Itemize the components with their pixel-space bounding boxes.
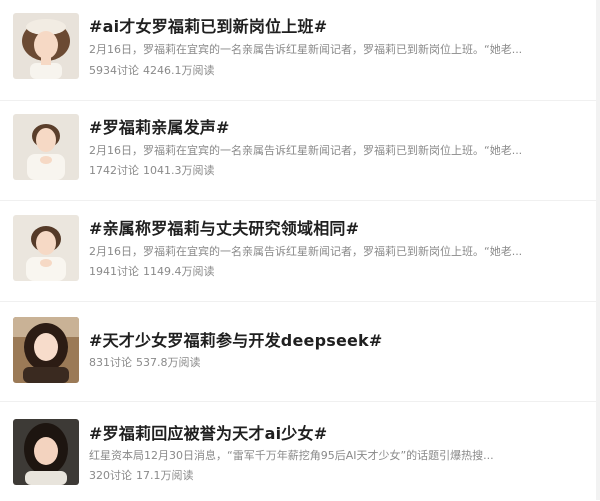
topic-title[interactable]: #天才少女罗福莉参与开发deepseek#: [89, 327, 383, 351]
topic-stats: 1941讨论 1149.4万阅读: [89, 263, 215, 279]
topic-title[interactable]: #亲属称罗福莉与丈夫研究领域相同#: [89, 215, 359, 239]
topic-thumbnail[interactable]: [13, 215, 79, 281]
discussion-count: 1941讨论: [89, 265, 139, 278]
topic-stats: 5934讨论 4246.1万阅读: [89, 62, 215, 78]
topic-thumbnail[interactable]: [13, 317, 79, 383]
read-count: 1149.4万阅读: [143, 265, 215, 278]
read-count: 17.1万阅读: [136, 469, 194, 482]
topic-title[interactable]: #罗福莉回应被誉为天才ai少女#: [89, 420, 327, 444]
topic-stats: 320讨论 17.1万阅读: [89, 467, 194, 483]
topic-item[interactable]: #亲属称罗福莉与丈夫研究领域相同# 2月16日，罗福莉在宜宾的一名亲属告诉红星新…: [0, 201, 596, 302]
topic-item[interactable]: #天才少女罗福莉参与开发deepseek# 831讨论 537.8万阅读: [0, 301, 596, 402]
topic-list: #ai才女罗福莉已到新岗位上班# 2月16日，罗福莉在宜宾的一名亲属告诉红星新闻…: [0, 0, 600, 500]
topic-item[interactable]: #ai才女罗福莉已到新岗位上班# 2月16日，罗福莉在宜宾的一名亲属告诉红星新闻…: [0, 0, 596, 101]
scrollbar[interactable]: [596, 0, 600, 500]
read-count: 537.8万阅读: [136, 356, 201, 369]
topic-thumbnail[interactable]: [13, 114, 79, 180]
read-count: 1041.3万阅读: [143, 164, 215, 177]
topic-item[interactable]: #罗福莉回应被誉为天才ai少女# 红星资本局12月30日消息，“雷军千万年薪挖角…: [0, 401, 596, 501]
topic-item[interactable]: #罗福莉亲属发声# 2月16日，罗福莉在宜宾的一名亲属告诉红星新闻记者，罗福莉已…: [0, 100, 596, 201]
discussion-count: 320讨论: [89, 469, 132, 482]
discussion-count: 1742讨论: [89, 164, 139, 177]
discussion-count: 5934讨论: [89, 64, 139, 77]
topic-description: 2月16日，罗福莉在宜宾的一名亲属告诉红星新闻记者，罗福莉已到新岗位上班。“她老…: [89, 245, 523, 258]
topic-thumbnail[interactable]: [13, 419, 79, 485]
topic-title[interactable]: #ai才女罗福莉已到新岗位上班#: [89, 13, 327, 37]
topic-title[interactable]: #罗福莉亲属发声#: [89, 114, 230, 138]
topic-description: 2月16日，罗福莉在宜宾的一名亲属告诉红星新闻记者，罗福莉已到新岗位上班。“她老…: [89, 43, 523, 56]
topic-description: 2月16日，罗福莉在宜宾的一名亲属告诉红星新闻记者，罗福莉已到新岗位上班。“她老…: [89, 144, 523, 157]
topic-stats: 1742讨论 1041.3万阅读: [89, 162, 215, 178]
topic-stats: 831讨论 537.8万阅读: [89, 354, 201, 370]
read-count: 4246.1万阅读: [143, 64, 215, 77]
topic-description: 红星资本局12月30日消息，“雷军千万年薪挖角95后AI天才少女”的话题引爆热搜…: [89, 449, 494, 462]
discussion-count: 831讨论: [89, 356, 132, 369]
topic-thumbnail[interactable]: [13, 13, 79, 79]
